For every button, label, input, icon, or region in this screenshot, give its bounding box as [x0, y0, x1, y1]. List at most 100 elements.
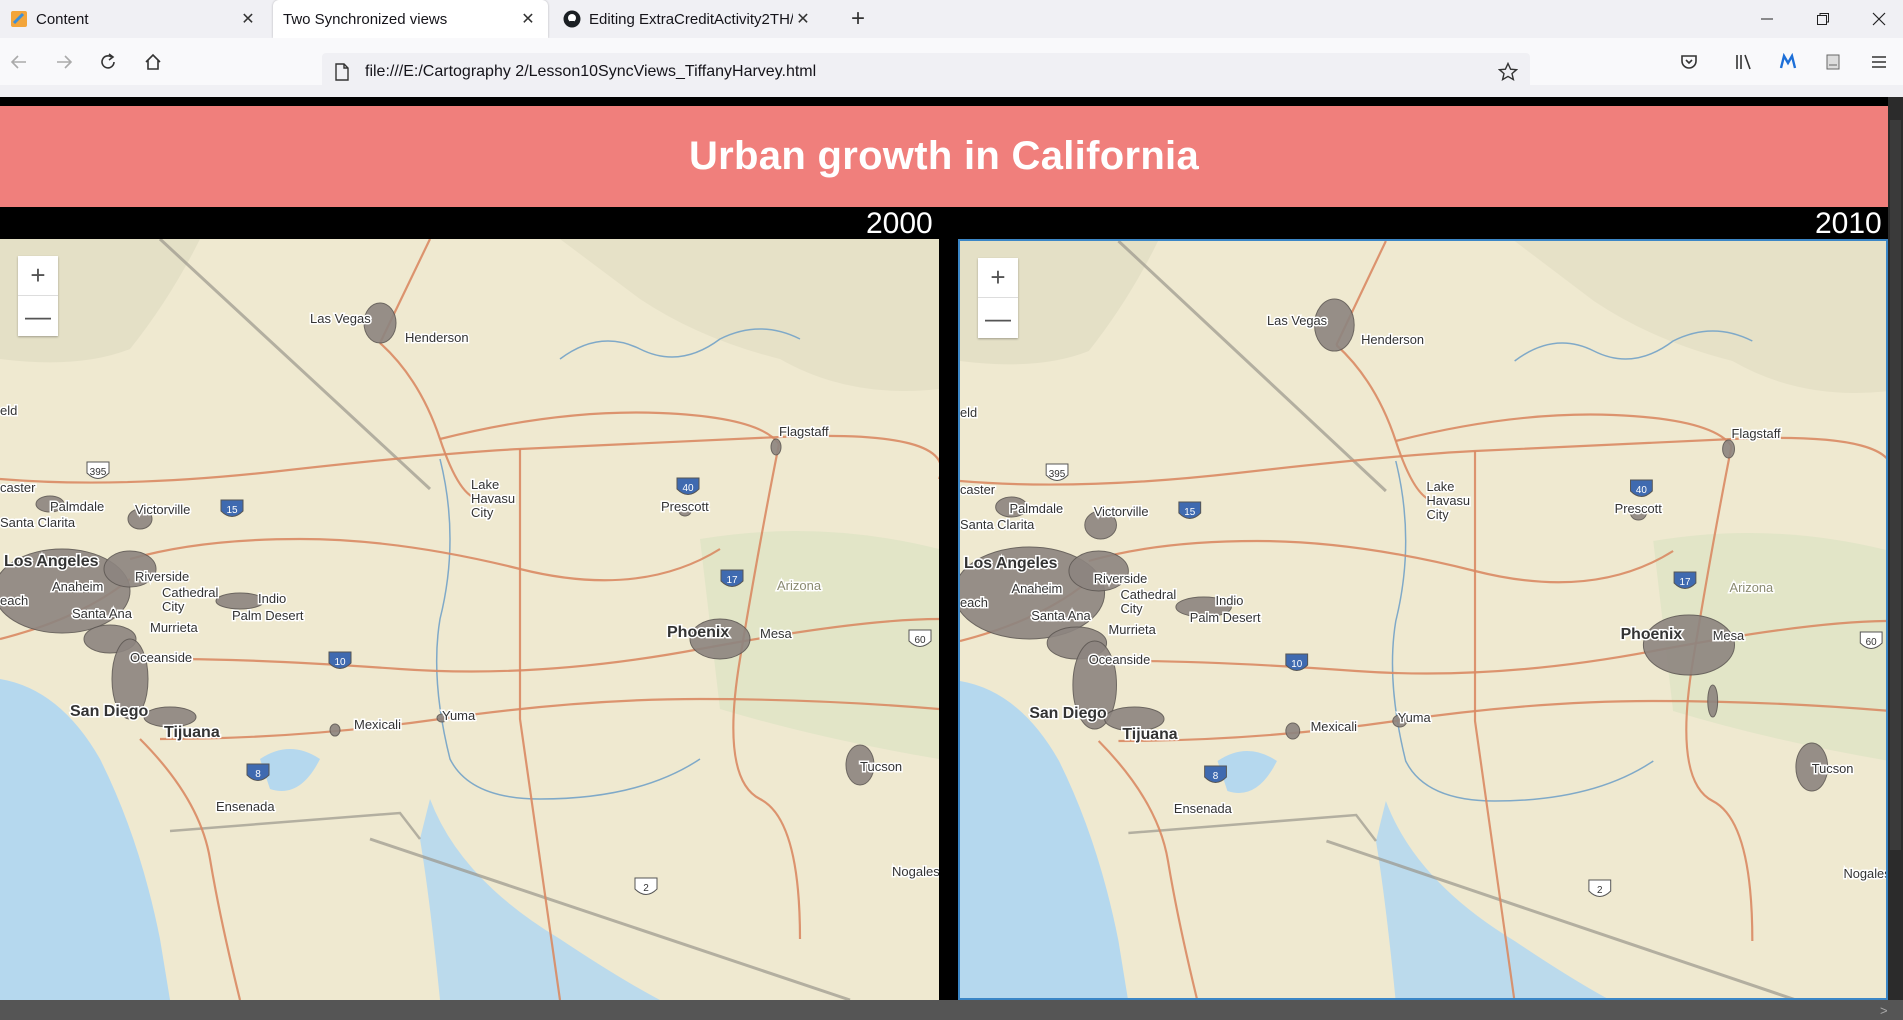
place-label: Tijuana	[1122, 726, 1177, 743]
svg-text:40: 40	[682, 483, 694, 494]
place-label: Santa Ana	[72, 606, 133, 621]
place-label: Murrieta	[150, 620, 198, 635]
place-label: Anaheim	[52, 579, 103, 594]
highway-shield: 10	[328, 651, 352, 669]
svg-text:40: 40	[1636, 485, 1647, 496]
top-bar	[0, 97, 1888, 106]
horizontal-scrollbar[interactable]	[0, 1000, 1903, 1020]
zoom-out-button[interactable]: —	[978, 298, 1018, 338]
place-label: San Diego	[1029, 705, 1107, 722]
svg-text:395: 395	[1049, 469, 1066, 480]
highway-shield: 10	[1285, 653, 1309, 671]
restore-button[interactable]	[1795, 0, 1851, 38]
tab-github-editing[interactable]: Editing ExtraCreditActivity2TH/ ✕	[553, 0, 823, 38]
highway-shield: 2	[1588, 879, 1612, 897]
reload-button[interactable]	[92, 46, 124, 78]
forward-button[interactable]	[48, 46, 80, 78]
menu-icon[interactable]	[1863, 46, 1895, 78]
highway-shield: 40	[676, 477, 700, 495]
place-label: Flagstaff	[1732, 426, 1781, 441]
place-label: Riverside	[1094, 571, 1148, 586]
back-button[interactable]	[3, 46, 35, 78]
github-icon	[563, 10, 581, 28]
place-label: Prescott	[661, 499, 709, 514]
svg-text:17: 17	[726, 575, 738, 586]
scroll-right-arrow-icon[interactable]: >	[1880, 1003, 1888, 1018]
place-label: Ensenada	[1174, 801, 1233, 816]
close-window-button[interactable]	[1851, 0, 1903, 38]
pocket-icon[interactable]	[1673, 46, 1705, 78]
reader-icon[interactable]	[1817, 46, 1849, 78]
place-label: Phoenix	[667, 624, 729, 641]
place-label: caster	[0, 480, 36, 495]
place-label: Santa Clarita	[960, 517, 1035, 532]
place-label: Las Vegas	[1267, 313, 1327, 328]
place-label: Nogales	[892, 864, 939, 879]
place-label: Henderson	[405, 330, 469, 345]
highway-shield: 15	[220, 499, 244, 517]
svg-text:8: 8	[255, 769, 261, 780]
place-label: Flagstaff	[779, 424, 829, 439]
tab-label: Editing ExtraCreditActivity2TH/	[589, 10, 793, 28]
close-icon[interactable]: ✕	[518, 9, 538, 29]
zoom-in-button[interactable]: +	[978, 258, 1018, 298]
svg-text:60: 60	[1866, 637, 1877, 648]
place-label: Mesa	[1713, 628, 1745, 643]
tab-two-synchronized-views[interactable]: Two Synchronized views ✕	[273, 0, 548, 38]
url-text: file:///E:/Cartography 2/Lesson10SyncVie…	[365, 63, 817, 80]
place-label: eld	[0, 403, 17, 418]
tab-strip: Content ✕ Two Synchronized views ✕ Editi…	[0, 0, 1903, 38]
place-label: Nogales	[1843, 866, 1888, 881]
year-label-right: 2010	[1815, 207, 1882, 240]
highway-shield: 2	[634, 877, 658, 895]
new-tab-button[interactable]: +	[843, 4, 873, 34]
tab-label: Content	[36, 10, 89, 28]
place-label: Mexicali	[1311, 719, 1357, 734]
place-label: each	[960, 595, 988, 610]
page-icon	[10, 10, 28, 28]
place-label: Riverside	[135, 569, 189, 584]
year-label-left: 2000	[866, 207, 933, 240]
highway-shield: 17	[720, 569, 744, 587]
minimize-button[interactable]	[1739, 0, 1795, 38]
home-button[interactable]	[137, 46, 169, 78]
place-label: Cathedral	[1120, 587, 1176, 602]
map-view-2000[interactable]: 15 395 40 17 10 8 60 2 Las Vegas Henderson Flagsta…	[0, 239, 939, 1000]
place-label: Arizona	[777, 578, 822, 593]
place-label: Oceanside	[130, 650, 192, 665]
tab-content[interactable]: Content ✕	[0, 0, 268, 38]
highway-shield: 15	[1178, 501, 1202, 519]
place-label: Mexicali	[354, 717, 401, 732]
highway-shield: 8	[246, 763, 270, 781]
highway-shield: 395	[86, 461, 110, 479]
svg-text:2: 2	[1597, 885, 1603, 896]
place-label: Henderson	[1361, 332, 1424, 347]
scrollbar-thumb[interactable]	[1890, 120, 1901, 850]
place-label: each	[0, 593, 28, 608]
place-label: Santa Clarita	[0, 515, 76, 530]
place-label: Yuma	[442, 708, 476, 723]
extension-icon[interactable]	[1772, 46, 1804, 78]
highway-shield: 8	[1204, 765, 1227, 783]
place-label: City	[162, 599, 185, 614]
highway-shield: 40	[1630, 479, 1653, 497]
place-label: Tucson	[860, 759, 902, 774]
svg-text:395: 395	[90, 467, 107, 478]
zoom-in-button[interactable]: +	[18, 256, 58, 296]
zoom-out-button[interactable]: —	[18, 296, 58, 336]
place-label: Victorville	[1094, 504, 1149, 519]
library-icon[interactable]	[1727, 46, 1759, 78]
place-label: eld	[960, 405, 977, 420]
place-label: Victorville	[135, 502, 190, 517]
close-icon[interactable]: ✕	[238, 9, 258, 29]
svg-text:15: 15	[226, 505, 238, 516]
map-view-2010[interactable]: 15 395 40 17 10 8 60 2 Las Vegas Henderson Flagsta…	[958, 239, 1888, 1000]
place-label: Palm Desert	[1190, 610, 1261, 625]
close-icon[interactable]: ✕	[793, 9, 813, 29]
place-label: City	[471, 505, 494, 520]
bookmark-star-icon[interactable]	[1497, 61, 1519, 87]
place-label: Havasu	[1426, 493, 1470, 508]
url-bar[interactable]: file:///E:/Cartography 2/Lesson10SyncVie…	[322, 53, 1530, 91]
place-label: Yuma	[1398, 710, 1432, 725]
place-label: Ensenada	[216, 799, 275, 814]
